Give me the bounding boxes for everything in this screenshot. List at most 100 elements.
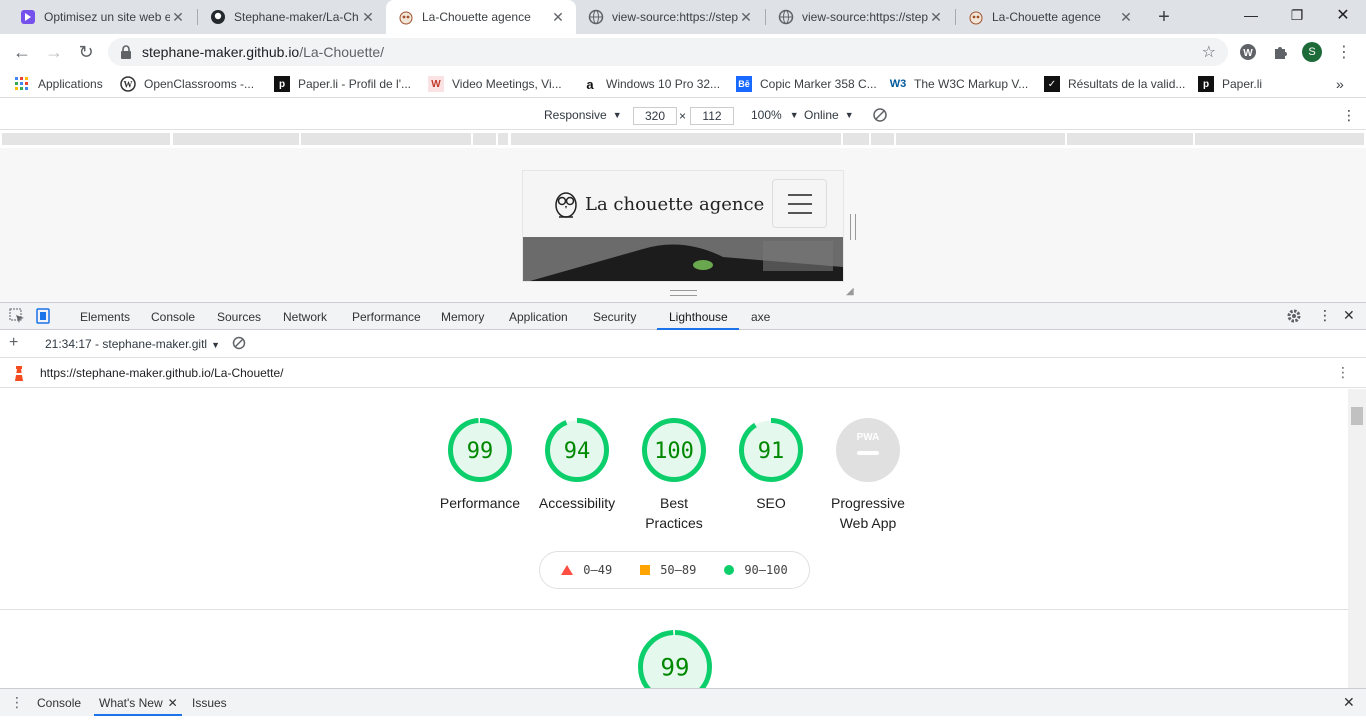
site-logo[interactable]: La chouette agence [553, 189, 764, 219]
report-select[interactable]: 21:34:17 - stephane-maker.gitl ▼ [45, 337, 220, 351]
resize-handle-bottom[interactable] [670, 290, 697, 296]
gauge-score: 100 [654, 439, 694, 464]
tab-sources[interactable]: Sources [217, 310, 261, 324]
device-toolbar-menu-icon[interactable]: ⋮ [1342, 107, 1356, 124]
bookmark-item[interactable]: p Paper.li [1198, 75, 1262, 93]
w3c-icon: W3 [889, 78, 907, 90]
average-square-icon [640, 565, 651, 575]
clear-reports-icon[interactable] [232, 336, 246, 353]
settings-gear-icon[interactable] [1286, 308, 1302, 327]
rotate-disabled-icon[interactable] [872, 107, 888, 123]
restore-icon[interactable]: ❐ [1274, 0, 1320, 30]
score-gauge[interactable]: 91 SEO [721, 417, 821, 513]
bookmark-item[interactable]: ✓ Résultats de la valid... [1044, 75, 1185, 93]
media-query-bar [0, 130, 1366, 148]
bookmark-item[interactable]: Applications [14, 75, 103, 93]
drawer-content [0, 716, 1366, 728]
reload-icon[interactable]: ↻ [72, 38, 100, 66]
globe-icon [778, 9, 794, 25]
report-scrollbar[interactable] [1348, 389, 1366, 688]
extensions-puzzle-icon[interactable] [1266, 38, 1294, 66]
network-throttle-select[interactable]: Online ▼ [804, 108, 854, 122]
score-legend: 0–49 50–89 90–100 [539, 551, 810, 589]
tab-axe[interactable]: axe [751, 310, 770, 324]
profile-avatar[interactable]: S [1298, 38, 1326, 66]
close-window-icon[interactable]: ✕ [1320, 0, 1366, 30]
drawer-tab-console[interactable]: Console [37, 696, 81, 710]
score-gauge[interactable]: 100 Best Practices [624, 417, 724, 533]
close-devtools-icon[interactable]: ✕ [1343, 307, 1355, 324]
bookmark-item[interactable]: W Video Meetings, Vi... [428, 75, 562, 93]
gauge-label: Accessibility [538, 495, 616, 511]
back-icon[interactable]: ← [8, 38, 36, 66]
drawer-tab-issues[interactable]: Issues [192, 696, 227, 710]
zoom-select[interactable]: 100% ▼ [751, 108, 799, 122]
inspect-element-icon[interactable] [9, 308, 25, 327]
tab-elements[interactable]: Elements [80, 310, 130, 324]
devtools-drawer: ⋮ Console What's New ✕ Issues ✕ [0, 688, 1366, 716]
browser-tab[interactable]: La-Chouette agence ✕ [956, 0, 1144, 34]
tab-strip: Optimisez un site web e ✕ Stephane-maker… [0, 0, 1366, 34]
tab-memory[interactable]: Memory [441, 310, 484, 324]
close-tab-icon[interactable]: ✕ [550, 9, 566, 26]
viewport-height-input[interactable]: 112 [690, 107, 734, 125]
address-bar[interactable]: stephane-maker.github.io/La-Chouette/ ☆ [108, 38, 1228, 66]
device-toggle-icon[interactable] [35, 308, 51, 327]
close-tab-icon[interactable]: ✕ [168, 696, 178, 710]
score-gauge[interactable]: 99 Performance [430, 417, 530, 513]
bookmark-item[interactable]: W3 The W3C Markup V... [889, 75, 1029, 93]
paperli-icon: p [274, 76, 290, 92]
close-tab-icon[interactable]: ✕ [360, 9, 376, 26]
scrollbar-thumb[interactable] [1351, 407, 1363, 425]
report-url[interactable]: https://stephane-maker.github.io/La-Chou… [40, 366, 284, 380]
browser-tab[interactable]: view-source:https://step ✕ [766, 0, 954, 34]
extension-w-icon[interactable]: W [1234, 38, 1262, 66]
performance-section-gauge[interactable]: 99 [637, 629, 713, 688]
amazon-icon: a [586, 76, 594, 92]
gauge-score: 91 [758, 439, 785, 464]
tab-console[interactable]: Console [151, 310, 195, 324]
behance-icon: Bē [736, 76, 752, 92]
browser-tab[interactable]: Optimisez un site web e ✕ [8, 0, 196, 34]
close-tab-icon[interactable]: ✕ [928, 9, 944, 26]
chrome-menu-icon[interactable]: ⋮ [1330, 38, 1358, 66]
bookmark-item[interactable]: W OpenClassrooms -... [120, 75, 254, 93]
browser-tab[interactable]: view-source:https://step ✕ [576, 0, 764, 34]
owl-icon [968, 9, 984, 25]
bookmark-item[interactable]: Bē Copic Marker 358 C... [736, 75, 877, 93]
score-gauge[interactable]: 94 Accessibility [527, 417, 627, 513]
pwa-gauge[interactable]: PWA Progressive Web App [818, 417, 918, 533]
devtools-menu-icon[interactable]: ⋮ [1318, 307, 1332, 324]
tab-application[interactable]: Application [509, 310, 568, 324]
resize-handle-right[interactable] [850, 214, 856, 240]
tab-security[interactable]: Security [593, 310, 636, 324]
drawer-tab-whats-new[interactable]: What's New ✕ [99, 696, 178, 710]
bookmark-star-icon[interactable]: ☆ [1202, 42, 1216, 62]
tab-performance[interactable]: Performance [352, 310, 421, 324]
forward-icon[interactable]: → [40, 38, 68, 66]
resize-handle-corner[interactable]: ◢ [846, 286, 854, 297]
more-bookmarks-icon[interactable]: » [1336, 75, 1344, 93]
bookmark-item[interactable]: a Windows 10 Pro 32... [582, 75, 720, 93]
gauge-ring: 91 [739, 418, 803, 482]
close-tab-icon[interactable]: ✕ [1118, 9, 1134, 26]
new-tab-button[interactable]: + [1152, 5, 1176, 29]
close-drawer-icon[interactable]: ✕ [1343, 694, 1355, 711]
browser-tab-active[interactable]: La-Chouette agence ✕ [386, 0, 576, 34]
tab-network[interactable]: Network [283, 310, 327, 324]
viewport-width-input[interactable]: 320 [633, 107, 677, 125]
lighthouse-report: 99 Performance 94 Accessibility 100 Best Pract… [0, 389, 1348, 688]
device-mode-select[interactable]: Responsive ▼ [544, 108, 622, 122]
tab-lighthouse[interactable]: Lighthouse [669, 310, 728, 324]
close-tab-icon[interactable]: ✕ [738, 9, 754, 26]
minimize-icon[interactable]: — [1228, 0, 1274, 30]
browser-tab[interactable]: Stephane-maker/La-Ch ✕ [198, 0, 386, 34]
bookmarks-bar: Applications W OpenClassrooms -... p Pap… [0, 70, 1366, 98]
hamburger-menu-button[interactable] [772, 179, 827, 228]
bookmark-item[interactable]: p Paper.li - Profil de l'... [274, 75, 411, 93]
new-report-icon[interactable]: + [9, 334, 18, 352]
pass-circle-icon [724, 565, 735, 575]
report-menu-icon[interactable]: ⋮ [1336, 364, 1350, 381]
drawer-menu-icon[interactable]: ⋮ [10, 694, 24, 711]
close-tab-icon[interactable]: ✕ [170, 9, 186, 26]
